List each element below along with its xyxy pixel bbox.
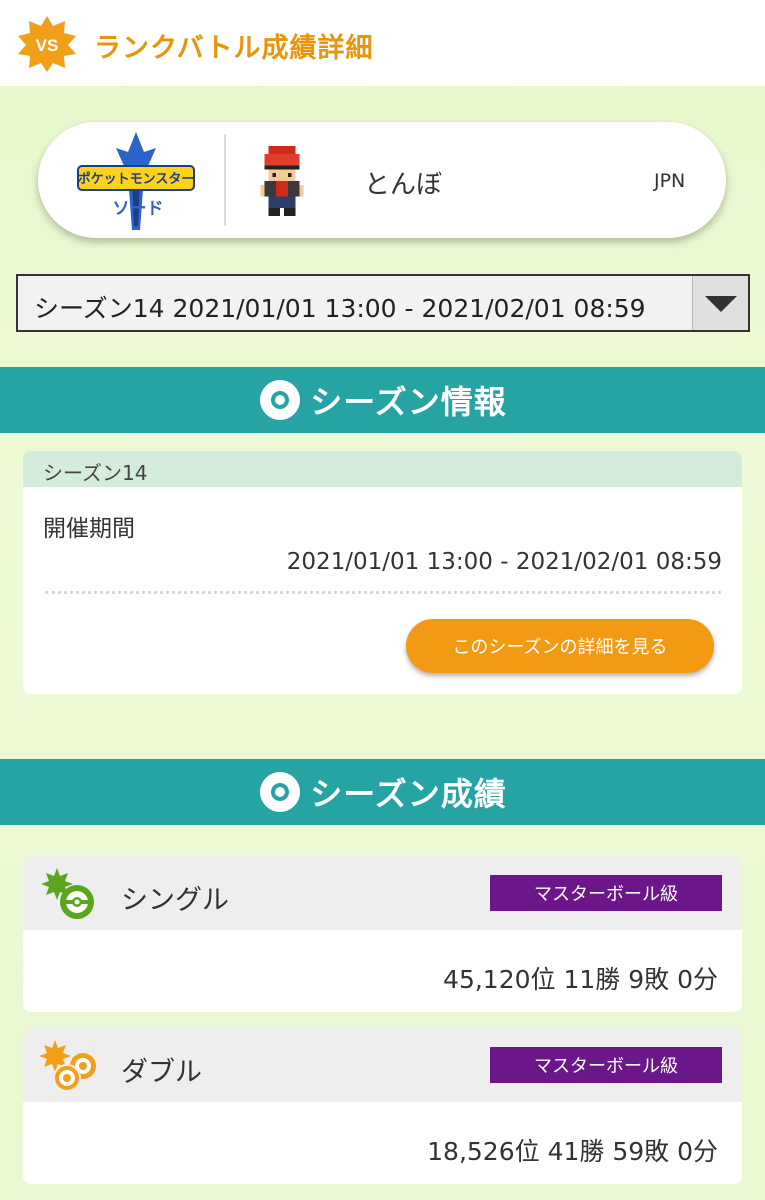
- vs-star-icon: VS: [18, 16, 76, 72]
- double-record: 18,526位 41勝 59敗 0分: [427, 1137, 718, 1166]
- page-title: ランクバトル成績詳細: [94, 33, 374, 64]
- season-select-value: シーズン14 2021/01/01 13:00 - 2021/02/01 08:…: [34, 294, 646, 323]
- select-dropdown-button[interactable]: [692, 276, 748, 330]
- double-battle-label: ダブル: [121, 1057, 202, 1088]
- season-label-bar: シーズン14: [23, 451, 742, 487]
- card-divider: [224, 134, 226, 226]
- period-label: 開催期間: [43, 516, 135, 542]
- season-results-title: シーズン成績: [310, 775, 507, 813]
- season-results-header: シーズン成績: [0, 759, 765, 825]
- player-name: とんぼ: [364, 170, 443, 200]
- game-logo-subtext: ソード: [113, 199, 164, 218]
- trainer-avatar: [260, 146, 304, 216]
- season-label: シーズン14: [43, 461, 148, 485]
- season-detail-button[interactable]: このシーズンの詳細を見る: [406, 619, 714, 673]
- double-battle-head: ダブル マスターボール級: [23, 1028, 742, 1102]
- divider: [45, 591, 721, 594]
- vs-badge-text: VS: [36, 36, 59, 55]
- double-battle-panel: ダブル マスターボール級 18,526位 41勝 59敗 0分: [23, 1028, 742, 1184]
- poke-ball-icon: [260, 772, 301, 812]
- double-rank-badge: マスターボール級: [490, 1047, 722, 1083]
- player-region: JPN: [654, 170, 686, 192]
- single-rank-badge: マスターボール級: [490, 875, 722, 911]
- single-record: 45,120位 11勝 9敗 0分: [443, 965, 718, 994]
- chevron-down-icon: [705, 296, 737, 312]
- poke-ball-icon: [260, 380, 301, 420]
- single-battle-head: シングル マスターボール級: [23, 856, 742, 930]
- season-select[interactable]: シーズン14 2021/01/01 13:00 - 2021/02/01 08:…: [16, 274, 750, 332]
- page-header: VS ランクバトル成績詳細: [0, 0, 765, 86]
- season-info-header: シーズン情報: [0, 367, 765, 433]
- profile-card: ポケットモンスター ソード とんぼ JPN: [38, 122, 726, 238]
- single-battle-label: シングル: [121, 885, 229, 916]
- period-value: 2021/01/01 13:00 - 2021/02/01 08:59: [286, 549, 722, 575]
- game-logo-text: ポケットモンスター: [78, 171, 195, 186]
- double-battle-icon: [39, 1040, 96, 1092]
- single-battle-panel: シングル マスターボール級 45,120位 11勝 9敗 0分: [23, 856, 742, 1012]
- season-info-panel: シーズン14 開催期間 2021/01/01 13:00 - 2021/02/0…: [23, 451, 742, 694]
- season-info-title: シーズン情報: [310, 383, 507, 421]
- single-battle-icon: [41, 868, 94, 919]
- pokemon-sword-logo: ポケットモンスター ソード: [77, 132, 195, 230]
